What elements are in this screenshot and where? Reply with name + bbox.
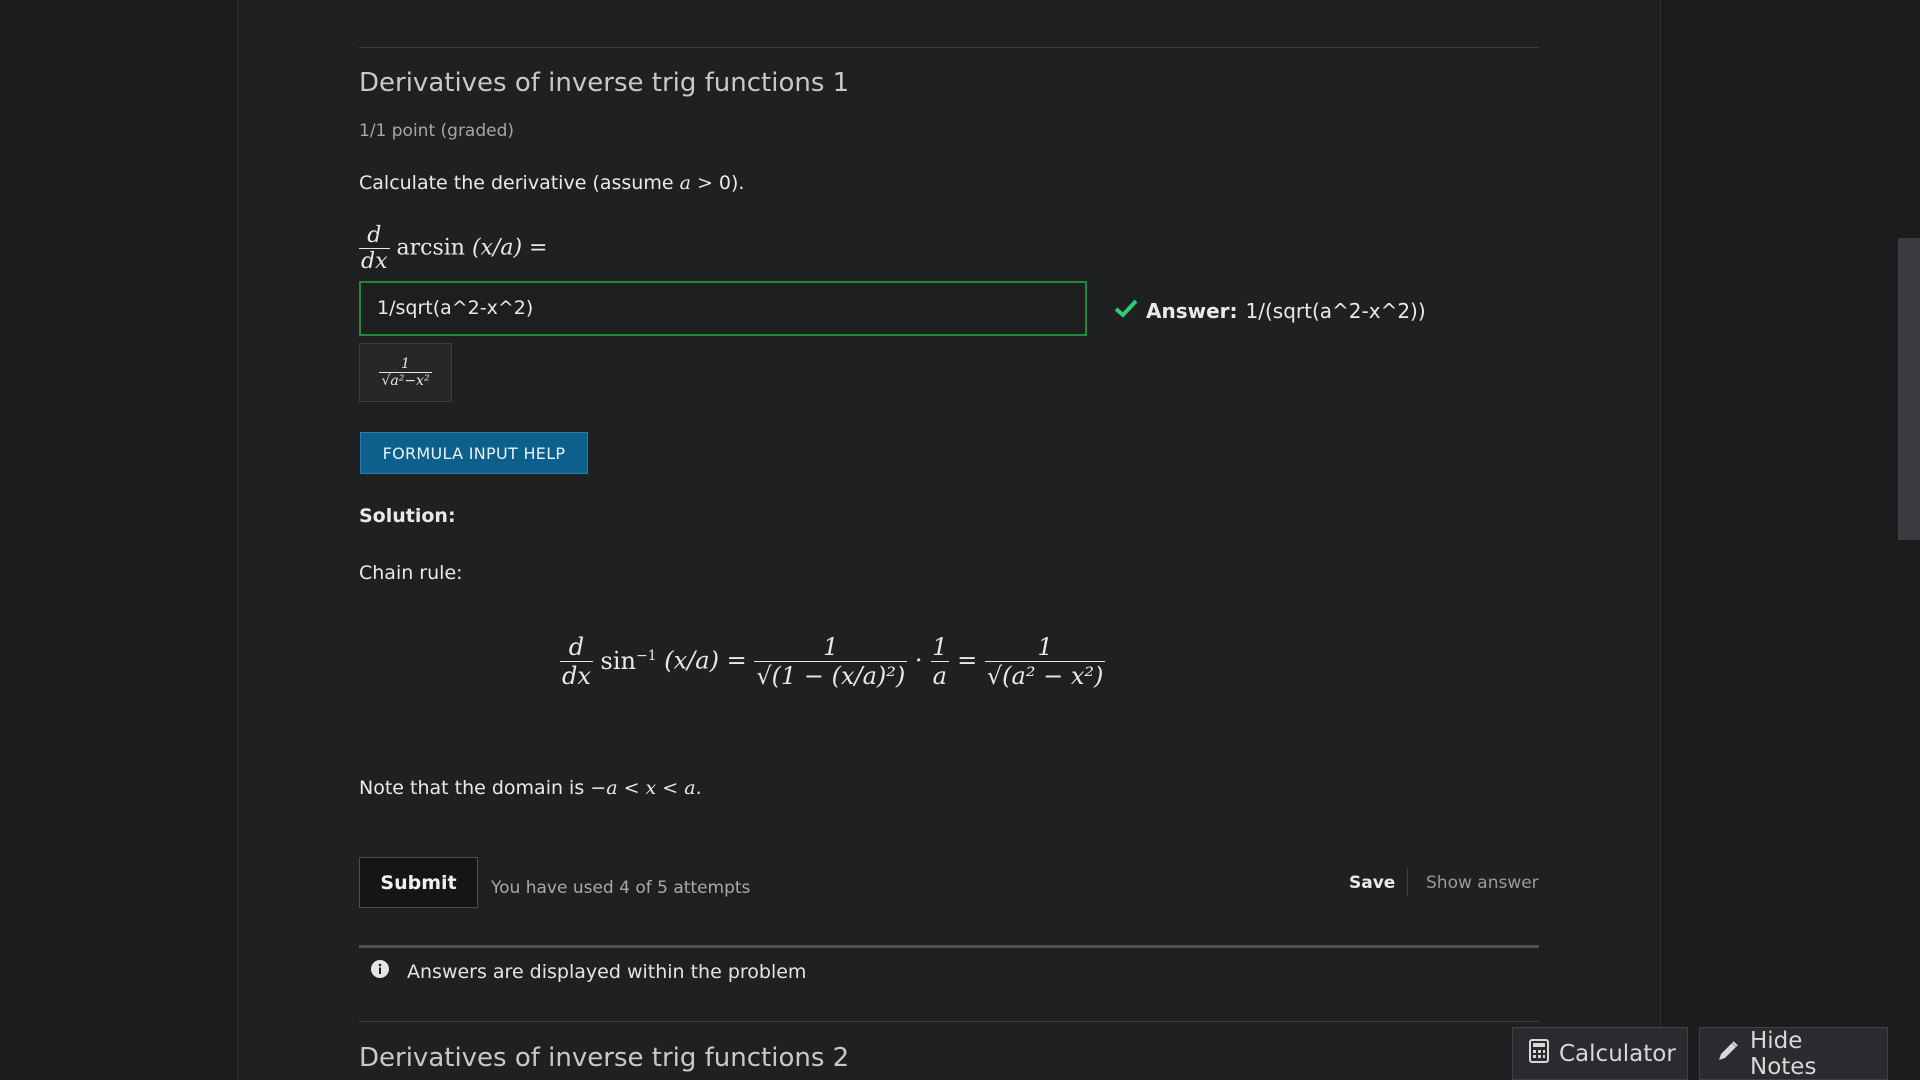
info-text: Answers are displayed within the problem (407, 960, 807, 983)
problem-title-2: Derivatives of inverse trig functions 2 (359, 1043, 850, 1073)
chain-rule-label: Chain rule: (359, 562, 463, 584)
answer-value: 1/(sqrt(a^2-x^2)) (1245, 298, 1426, 323)
action-separator (1407, 868, 1408, 896)
right-gutter (1660, 0, 1920, 1080)
save-button[interactable]: Save (1349, 873, 1395, 893)
problem-prompt: Calculate the derivative (assume a > 0). (359, 172, 745, 194)
preview-numerator: 1 (401, 356, 410, 372)
hide-notes-label: Hide Notes (1750, 1027, 1817, 1080)
notification-divider (359, 945, 1539, 948)
info-icon (371, 960, 389, 983)
answer-input[interactable]: 1/sqrt(a^2-x^2) (359, 281, 1087, 336)
answer-label: Answer: (1146, 298, 1238, 323)
answer-display: Answer: 1/(sqrt(a^2-x^2)) (1114, 298, 1426, 323)
left-gutter (0, 0, 238, 1080)
divider (359, 1021, 1539, 1022)
scrollbar-thumb[interactable] (1898, 238, 1920, 540)
check-icon (1114, 298, 1138, 323)
domain-note: Note that the domain is −a < x < a. (359, 777, 702, 799)
solution-label: Solution: (359, 505, 456, 527)
problem-expression: d dx arcsin (x/a) = (359, 223, 548, 274)
calculator-icon (1529, 1038, 1549, 1069)
problem-title: Derivatives of inverse trig functions 1 (359, 68, 850, 98)
formula-input-help-button[interactable]: FORMULA INPUT HELP (360, 432, 588, 474)
calculator-button[interactable]: Calculator (1512, 1027, 1688, 1080)
divider (359, 47, 1539, 48)
notification: Answers are displayed within the problem (371, 960, 806, 983)
submit-button[interactable]: Submit (359, 857, 478, 908)
hide-notes-button[interactable]: Hide Notes (1699, 1027, 1888, 1080)
formula-preview: 1 √a²−x² (359, 343, 452, 402)
problem-points: 1/1 point (graded) (359, 121, 515, 141)
preview-denominator: √a²−x² (379, 372, 432, 389)
pencil-icon (1716, 1039, 1740, 1069)
show-answer-button[interactable]: Show answer (1426, 873, 1539, 893)
calculator-label: Calculator (1559, 1040, 1676, 1067)
course-content (238, 0, 1659, 1080)
scrollbar-track[interactable] (1898, 0, 1920, 1080)
solution-formula: d dx sin−1 (x/a) = 1 √(1 − (x/a)²) · 1a = … (560, 633, 1106, 690)
attempts-text: You have used 4 of 5 attempts (491, 878, 751, 898)
